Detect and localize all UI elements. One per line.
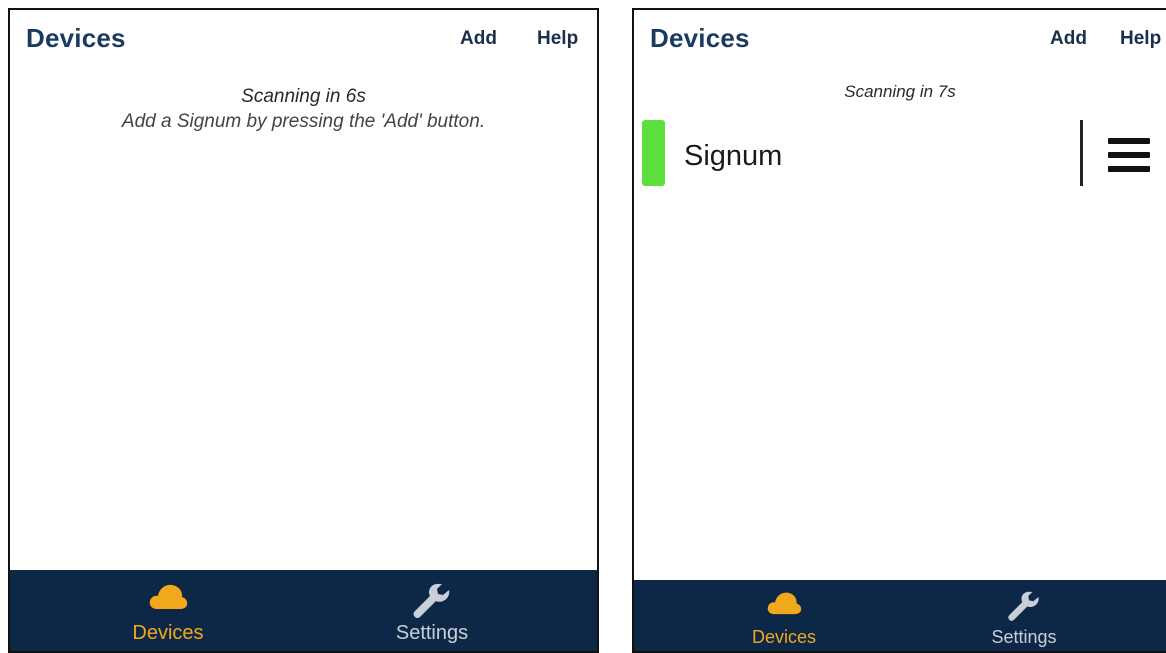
bottom-nav: Devices Settings: [10, 570, 597, 651]
top-bar: Devices Add Help: [10, 10, 597, 66]
tab-devices[interactable]: Devices: [118, 570, 218, 651]
bottom-nav: Devices Settings: [634, 580, 1166, 651]
tab-devices-label: Devices: [751, 627, 817, 647]
scan-status: Scanning in 6s: [241, 86, 366, 107]
tab-devices[interactable]: Devices: [734, 580, 834, 651]
help-button[interactable]: Help: [537, 28, 578, 50]
device-name: Signum: [684, 140, 783, 172]
scan-status: Scanning in 7s: [844, 82, 956, 101]
add-button[interactable]: Add: [460, 28, 497, 50]
page-title: Devices: [26, 23, 126, 53]
empty-hint: Add a Signum by pressing the 'Add' butto…: [121, 111, 486, 132]
comparison-page: Devices Add Help Scanning in 6s Add a Si…: [0, 0, 1166, 653]
wrench-icon: [413, 583, 450, 618]
top-bar: Devices Add Help: [634, 10, 1166, 66]
tab-settings-label: Settings: [991, 627, 1057, 647]
row-divider: [1080, 120, 1083, 186]
devices-screen-empty: Devices Add Help Scanning in 6s Add a Si…: [8, 8, 599, 653]
devices-screen-with-device: Devices Add Help Scanning in 7s Signum D…: [632, 8, 1166, 653]
hamburger-menu-icon[interactable]: [1108, 138, 1150, 172]
cloud-icon: [149, 584, 188, 609]
tab-devices-label: Devices: [132, 622, 204, 644]
page-title: Devices: [650, 23, 750, 53]
device-row[interactable]: Signum: [634, 118, 1166, 190]
wrench-icon: [1008, 591, 1039, 621]
tab-settings-label: Settings: [395, 622, 469, 644]
tab-settings[interactable]: Settings: [974, 580, 1074, 651]
cloud-icon: [767, 592, 802, 615]
tab-settings[interactable]: Settings: [382, 570, 482, 651]
help-button[interactable]: Help: [1120, 28, 1161, 50]
add-button[interactable]: Add: [1050, 28, 1087, 50]
device-status-indicator: [642, 120, 665, 186]
